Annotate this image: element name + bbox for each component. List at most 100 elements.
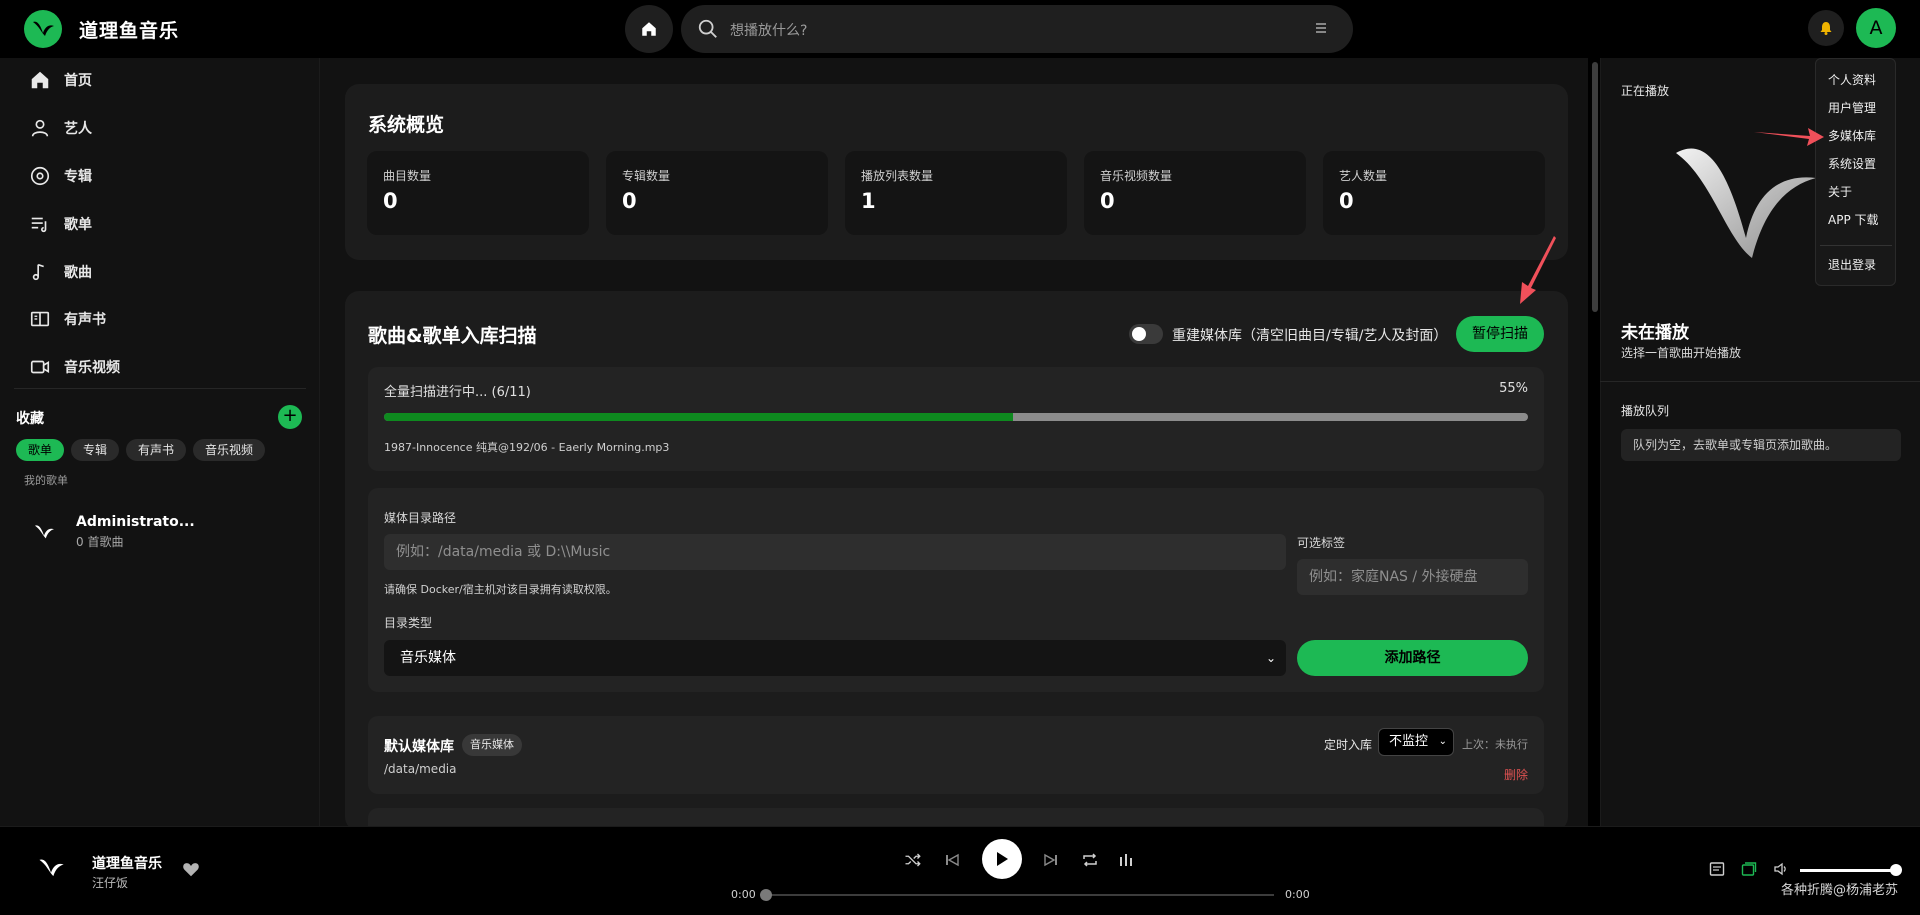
scan-progress-percent: 55%: [1499, 381, 1528, 396]
play-icon: [997, 852, 1008, 866]
seek-handle[interactable]: [760, 889, 772, 901]
repeat-button[interactable]: [1079, 849, 1101, 871]
queue-empty-message: 队列为空，去歌单或专辑页添加歌曲。: [1621, 429, 1901, 461]
volume-handle[interactable]: [1890, 864, 1902, 876]
annotation-arrow-icon: [1520, 236, 1556, 304]
stat-albums: 专辑数量 0: [606, 151, 828, 235]
menu-item-logout[interactable]: 退出登录: [1828, 256, 1876, 273]
add-path-panel: 媒体目录路径 例如：/data/media 或 D:\\Music 请确保 Do…: [368, 488, 1544, 692]
add-path-button[interactable]: 添加路径: [1297, 640, 1528, 676]
sidebar-item-label: 歌单: [64, 217, 92, 233]
chip-albums[interactable]: 专辑: [71, 439, 120, 461]
sidebar-item-home[interactable]: 首页: [28, 66, 92, 94]
favorites-filter-chips: 歌单 专辑 有声书 音乐视频: [16, 439, 266, 461]
volume-icon[interactable]: [1773, 861, 1789, 877]
sidebar-item-music-videos[interactable]: 音乐视频: [28, 353, 120, 381]
volume-slider[interactable]: [1800, 869, 1896, 872]
skip-previous-icon: [946, 853, 959, 867]
seek-bar[interactable]: [764, 894, 1274, 896]
chip-music-videos[interactable]: 音乐视频: [193, 439, 266, 461]
home-button[interactable]: [625, 5, 673, 53]
stat-playlists: 播放列表数量 1: [845, 151, 1067, 235]
sidebar-item-artists[interactable]: 艺人: [28, 114, 92, 142]
next-button[interactable]: [1040, 849, 1062, 871]
library-item: 默认媒体库 音乐媒体 /data/media 定时入库 不监控 ⌄ 上次：未执行…: [368, 716, 1544, 794]
library-name: 默认媒体库: [384, 739, 454, 755]
main-scrollbar[interactable]: [1592, 62, 1598, 312]
scan-current-file: 1987-Innocence 纯真@192/06 - Eaerly Mornin…: [384, 441, 670, 454]
schedule-label: 定时入库: [1324, 738, 1373, 752]
sidebar-item-audiobooks[interactable]: 有声书: [28, 305, 106, 333]
playlist-thumbnail: [28, 516, 60, 548]
player-track-artist: 汪仔饭: [92, 876, 129, 890]
media-path-input[interactable]: 例如：/data/media 或 D:\\Music: [384, 534, 1286, 570]
app-logo[interactable]: [24, 10, 62, 48]
rebuild-library-toggle[interactable]: [1129, 324, 1163, 344]
watermark: 各种折腾@杨浦老苏: [1781, 883, 1899, 898]
library-type-badge: 音乐媒体: [462, 734, 522, 756]
scan-progress-panel: 全量扫描进行中... (6/11) 55% 1987-Innocence 纯真@…: [368, 367, 1544, 471]
chip-audiobooks[interactable]: 有声书: [126, 439, 187, 461]
play-button[interactable]: [982, 839, 1022, 879]
sidebar-item-songs[interactable]: 歌曲: [28, 258, 92, 286]
path-hint: 请确保 Docker/宿主机对该目录拥有读取权限。: [384, 583, 617, 596]
delete-library-link[interactable]: 删除: [1504, 766, 1528, 783]
fish-logo-icon: [39, 859, 64, 877]
sidebar-item-playlists[interactable]: 歌单: [28, 210, 92, 238]
sidebar-item-albums[interactable]: 专辑: [28, 162, 92, 190]
search-input[interactable]: 想播放什么?: [730, 20, 807, 40]
tag-input[interactable]: 例如：家庭NAS / 外接硬盘: [1297, 559, 1528, 595]
filter-menu-icon[interactable]: [1313, 20, 1329, 36]
scan-title: 歌曲&歌单入库扫描: [368, 325, 537, 347]
stat-label: 播放列表数量: [861, 169, 934, 183]
fish-logo-icon: [33, 21, 54, 36]
stat-label: 专辑数量: [622, 169, 671, 183]
now-playing-subtitle: 选择一首歌曲开始播放: [1621, 346, 1742, 360]
right-panel-divider: [1600, 381, 1920, 382]
sidebar-item-label: 歌曲: [64, 265, 92, 281]
notification-button[interactable]: [1808, 10, 1844, 46]
stat-value: 0: [383, 189, 398, 213]
equalizer-button[interactable]: [1115, 849, 1137, 871]
menu-item-media-library[interactable]: 多媒体库: [1828, 127, 1876, 144]
lyrics-icon[interactable]: [1709, 861, 1725, 877]
playlist-item[interactable]: Administrato... 0 首歌曲: [28, 514, 195, 550]
equalizer-icon: [1120, 854, 1132, 866]
sidebar-item-label: 专辑: [64, 169, 92, 185]
menu-item-settings[interactable]: 系统设置: [1828, 155, 1876, 172]
dir-type-select[interactable]: 音乐媒体 ⌄: [384, 640, 1286, 676]
menu-item-app-download[interactable]: APP 下载: [1828, 211, 1879, 228]
search-bar[interactable]: 想播放什么?: [681, 5, 1353, 53]
chip-playlists[interactable]: 歌单: [16, 439, 65, 461]
tag-label: 可选标签: [1297, 536, 1346, 550]
add-favorite-button[interactable]: +: [278, 405, 302, 429]
annotation-arrow-icon: [1754, 128, 1824, 146]
shuffle-button[interactable]: [902, 849, 924, 871]
music-note-icon: [28, 260, 52, 284]
playlist-count: 0 首歌曲: [76, 535, 124, 549]
bell-icon: [1820, 22, 1832, 35]
playlist-icon: [28, 212, 52, 236]
overview-title: 系统概览: [368, 114, 445, 136]
home-icon: [28, 68, 52, 92]
pause-scan-button[interactable]: 暂停扫描: [1456, 316, 1544, 352]
user-avatar-button[interactable]: A: [1856, 8, 1896, 48]
time-total: 0:00: [1285, 888, 1310, 901]
last-run-status: 上次：未执行: [1462, 738, 1528, 751]
stat-value: 0: [1339, 189, 1354, 213]
heart-icon[interactable]: [182, 861, 200, 877]
schedule-select[interactable]: 不监控 ⌄: [1378, 728, 1454, 756]
book-icon: [28, 307, 52, 331]
fish-logo-icon: [34, 525, 54, 539]
queue-icon[interactable]: [1741, 861, 1757, 877]
sidebar-item-label: 有声书: [64, 312, 106, 328]
sidebar-item-label: 首页: [64, 73, 92, 89]
playlist-name: Administrato...: [76, 514, 195, 530]
previous-button[interactable]: [941, 849, 963, 871]
dir-type-value: 音乐媒体: [400, 650, 456, 666]
disc-icon: [28, 164, 52, 188]
menu-item-about[interactable]: 关于: [1828, 183, 1852, 200]
menu-item-profile[interactable]: 个人资料: [1828, 71, 1876, 88]
menu-item-user-management[interactable]: 用户管理: [1828, 99, 1876, 116]
scan-progress-text: 全量扫描进行中... (6/11): [384, 385, 531, 400]
